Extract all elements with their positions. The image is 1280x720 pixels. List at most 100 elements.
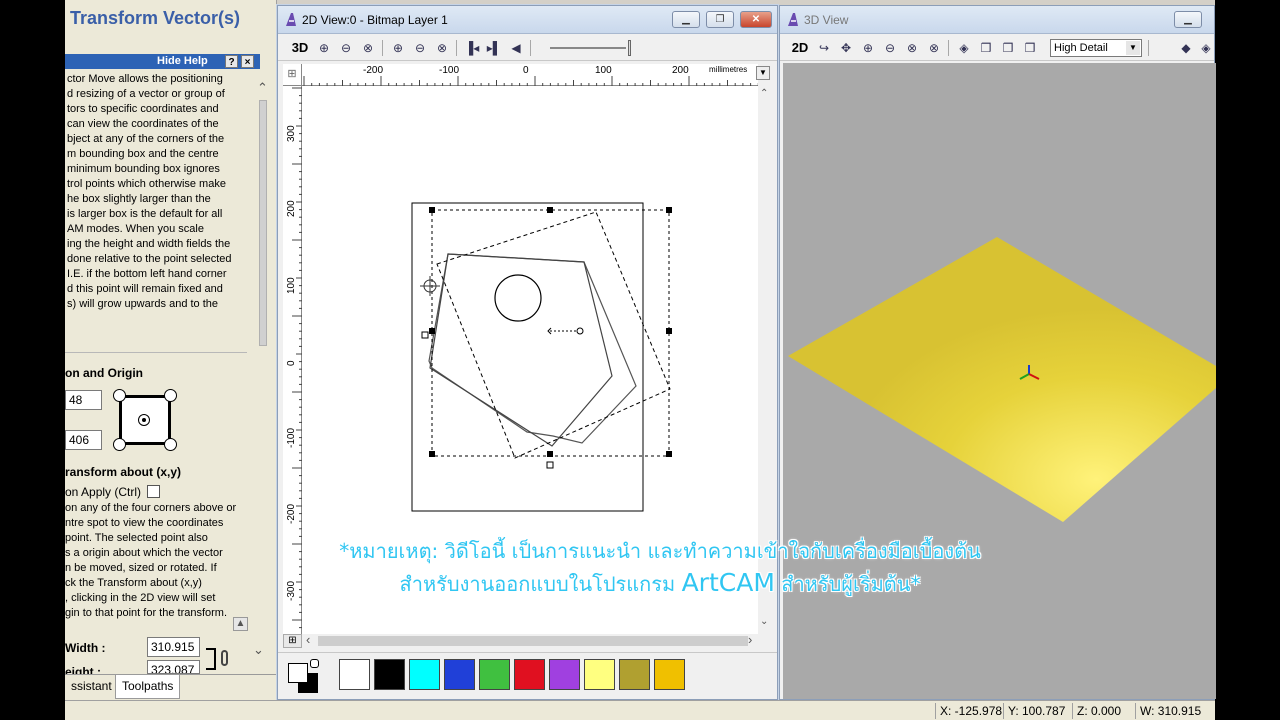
selection-handle[interactable]: [666, 451, 672, 457]
maximize-button[interactable]: ❐: [706, 11, 734, 28]
color-swatch[interactable]: [514, 659, 545, 690]
zoom-selection-icon[interactable]: ⊗: [432, 39, 452, 57]
width-field[interactable]: 310.915: [147, 637, 200, 657]
help-close-icon[interactable]: ×: [241, 55, 254, 68]
help-line: on any of the four corners above or: [65, 502, 237, 514]
scroll-up-icon[interactable]: ⌃: [760, 88, 768, 99]
zoom-previous-icon[interactable]: ⊕: [388, 39, 408, 57]
zoom-in-icon[interactable]: ⊕: [314, 39, 334, 57]
on-apply-checkbox[interactable]: [147, 485, 160, 498]
shading-icon[interactable]: ◆: [1176, 39, 1196, 57]
scroll-left-icon[interactable]: ‹: [306, 632, 310, 647]
2d-title-bar: 2D View:0 - Bitmap Layer 1 ▁ ❐ ✕: [278, 6, 777, 34]
collapse-arrow-icon[interactable]: ▲: [233, 617, 248, 631]
color-swatch[interactable]: [549, 659, 580, 690]
help-line: s a origin about which the vector: [65, 547, 223, 559]
color-swatch[interactable]: [409, 659, 440, 690]
layer-visibility-icon[interactable]: ▐◂: [462, 39, 482, 57]
help-scrollbar[interactable]: ⌃: [257, 80, 269, 350]
toolbar-separator: [382, 40, 383, 56]
iso-view-icon[interactable]: ◈: [954, 39, 974, 57]
chevron-down-icon[interactable]: ▼: [1126, 41, 1140, 55]
selection-handle[interactable]: [547, 207, 553, 213]
color-swatch[interactable]: [654, 659, 685, 690]
zoom-box-icon[interactable]: ⊗: [902, 39, 922, 57]
minimize-button[interactable]: ▁: [1174, 11, 1202, 28]
detail-level-select[interactable]: High Detail ▼: [1050, 39, 1142, 57]
selection-handle[interactable]: [666, 328, 672, 334]
origin-top-right-radio[interactable]: [164, 389, 177, 402]
origin-center-radio[interactable]: [138, 414, 150, 426]
zoom-all-icon[interactable]: ⊖: [410, 39, 430, 57]
scroll-thumb[interactable]: [259, 100, 267, 346]
origin-selector[interactable]: [113, 389, 177, 451]
origin-top-left-radio[interactable]: [113, 389, 126, 402]
scroll-right-icon[interactable]: ›: [748, 632, 752, 647]
selection-handle[interactable]: [666, 207, 672, 213]
aspect-lock-icon[interactable]: [221, 650, 228, 666]
horizontal-scrollbar[interactable]: ‹ ›: [302, 632, 758, 648]
hide-help-link[interactable]: Hide Help: [157, 55, 208, 67]
primary-secondary-color-icon[interactable]: [288, 659, 319, 693]
3d-viewport[interactable]: [783, 63, 1216, 699]
ruler-tick-label: -100: [439, 65, 460, 76]
zoom-out-icon[interactable]: ⊖: [880, 39, 900, 57]
blend-slider-track[interactable]: [550, 47, 626, 49]
minimize-button[interactable]: ▁: [672, 11, 700, 28]
color-swatch[interactable]: [444, 659, 475, 690]
rotation-handle[interactable]: [576, 327, 584, 335]
selection-handle[interactable]: [547, 451, 553, 457]
subtitle-line-1: *หมายเหตุ: วิดีโอนี้ เป็นการแนะนำ และทำค…: [339, 539, 981, 563]
rotate-view-icon[interactable]: ↪: [814, 39, 834, 57]
canvas-corner-icon: ⊞: [283, 634, 302, 648]
top-view-icon[interactable]: ❒: [1020, 39, 1040, 57]
selection-handle[interactable]: [429, 328, 435, 334]
origin-handle[interactable]: [421, 331, 429, 339]
color-swatch[interactable]: [619, 659, 650, 690]
help-line: gin to that point for the transform.: [65, 607, 228, 619]
detail-level-value: High Detail: [1054, 42, 1108, 54]
front-view-icon[interactable]: ❒: [976, 39, 996, 57]
view-3d-button[interactable]: 3D: [288, 39, 312, 57]
color-swatch[interactable]: [479, 659, 510, 690]
origin-bottom-right-radio[interactable]: [164, 438, 177, 451]
help-line: I.E. if the bottom left hand corner: [67, 268, 227, 280]
close-button[interactable]: ✕: [740, 11, 772, 28]
origin-handle[interactable]: [546, 461, 554, 469]
zoom-all-icon[interactable]: ⊗: [924, 39, 944, 57]
selection-handle[interactable]: [429, 451, 435, 457]
units-dropdown-icon[interactable]: ▼: [756, 66, 770, 80]
scroll-up-icon[interactable]: ⌃: [257, 80, 268, 96]
blend-slider-thumb[interactable]: [628, 40, 631, 56]
scroll-thumb[interactable]: [318, 636, 748, 646]
arrow-back-icon[interactable]: ◀: [506, 39, 526, 57]
zoom-box-icon[interactable]: ⊗: [358, 39, 378, 57]
chevron-down-icon[interactable]: ⌄: [253, 642, 264, 658]
help-question-icon[interactable]: ?: [225, 55, 238, 68]
zoom-out-icon[interactable]: ⊖: [336, 39, 356, 57]
wireframe-icon[interactable]: ◈: [1198, 39, 1214, 57]
pan-view-icon[interactable]: ✥: [836, 39, 856, 57]
side-view-icon[interactable]: ❒: [998, 39, 1018, 57]
zoom-in-icon[interactable]: ⊕: [858, 39, 878, 57]
help-line: ctor Move allows the positioning: [67, 73, 223, 85]
selection-handle[interactable]: [429, 207, 435, 213]
height-field[interactable]: 323.087: [147, 660, 200, 674]
relief-plane: [788, 237, 1216, 522]
left-black-bar: [0, 0, 65, 720]
tab-assistant[interactable]: ssistant: [65, 675, 118, 699]
tab-toolpaths[interactable]: Toolpaths: [115, 675, 181, 699]
scroll-down-icon[interactable]: ⌄: [760, 616, 768, 627]
y-position-field[interactable]: 406: [65, 430, 102, 450]
color-swatch[interactable]: [374, 659, 405, 690]
x-position-field[interactable]: 48: [65, 390, 102, 410]
aspect-bracket: [206, 648, 216, 670]
relief-toggle-icon[interactable]: ▸▌: [484, 39, 504, 57]
view-2d-button[interactable]: 2D: [788, 39, 812, 57]
help-line: AM modes. When you scale: [67, 223, 204, 235]
origin-bottom-left-radio[interactable]: [113, 438, 126, 451]
color-swatch[interactable]: [339, 659, 370, 690]
2d-window-title: 2D View:0 - Bitmap Layer 1: [302, 13, 448, 27]
ruler-tick-label: 0: [286, 360, 297, 366]
color-swatch[interactable]: [584, 659, 615, 690]
